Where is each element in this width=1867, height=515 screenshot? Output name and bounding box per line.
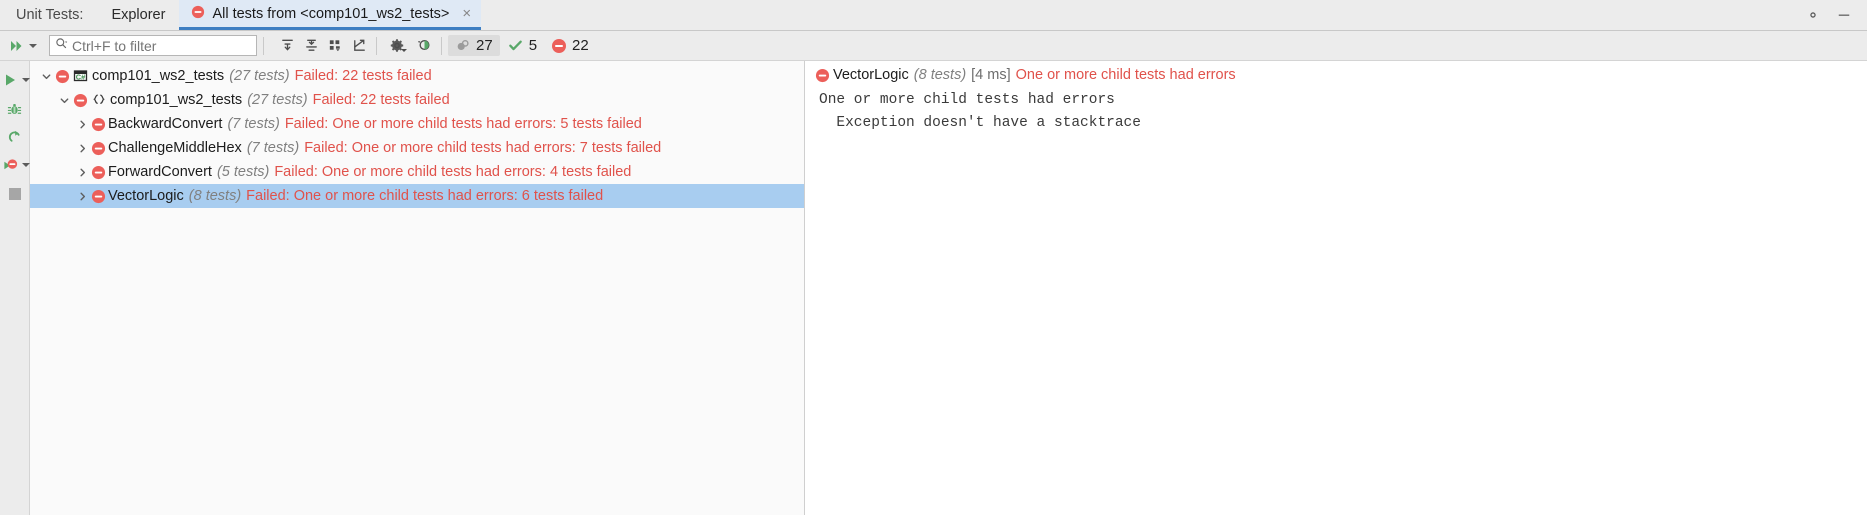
gear-icon[interactable]: [1805, 7, 1821, 23]
rerun-icon[interactable]: [4, 125, 26, 147]
tree-row-message: Failed: 22 tests failed: [312, 92, 450, 108]
error-circle-icon: [90, 117, 106, 132]
toolbar-view-icons: [276, 35, 370, 57]
svg-text:C#: C#: [75, 73, 84, 82]
error-circle-icon: [90, 141, 106, 156]
run-all-dropdown-icon[interactable]: [29, 43, 37, 48]
stacktrace-line-1: One or more child tests had errors: [819, 92, 1115, 108]
error-circle-icon: [90, 165, 106, 180]
tree-row-name: VectorLogic: [108, 188, 184, 204]
tree-row-name: ForwardConvert: [108, 164, 212, 180]
debug-icon[interactable]: [4, 98, 26, 120]
tree-row-name: comp101_ws2_tests: [110, 92, 243, 108]
tree-row-message: Failed: One or more child tests had erro…: [246, 188, 604, 204]
run-failed-tests-icon[interactable]: [0, 154, 21, 176]
settings-gear-icon[interactable]: [389, 35, 411, 57]
tree-row-name: comp101_ws2_tests: [92, 68, 225, 84]
chevron-right-icon[interactable]: [74, 143, 90, 154]
error-circle-icon: [90, 189, 106, 204]
tree-row-comp101_ws2_tests[interactable]: C# comp101_ws2_tests (27 tests) Failed: 22 …: [30, 64, 804, 88]
tree-row-count: (27 tests): [247, 92, 308, 108]
toolbar-divider: [263, 36, 264, 55]
test-toolbar: 27 5 22: [0, 31, 1867, 61]
detail-test-count: (8 tests): [913, 67, 967, 83]
main-area: C# comp101_ws2_tests (27 tests) Failed: 22 …: [0, 61, 1867, 515]
run-failed-dropdown-icon[interactable]: [22, 163, 30, 167]
search-input[interactable]: [72, 37, 251, 54]
error-circle-icon: [54, 69, 70, 84]
export-icon[interactable]: [348, 35, 370, 57]
chevron-down-icon[interactable]: [38, 71, 54, 82]
stacktrace-line-2: Exception doesn't have a stacktrace: [819, 115, 1141, 132]
collapse-all-icon[interactable]: [300, 35, 322, 57]
chevron-right-icon[interactable]: [74, 119, 90, 130]
tree-row-message: Failed: One or more child tests had erro…: [284, 116, 642, 132]
rerun-failed-row: [0, 152, 30, 178]
namespace-icon: [90, 92, 107, 108]
tab-explorer[interactable]: Explorer: [97, 0, 179, 30]
chevron-down-icon[interactable]: [56, 95, 72, 106]
tree-row-vectorlogic[interactable]: VectorLogic (8 tests) Failed: One or more …: [30, 184, 804, 208]
tree-row-count: (8 tests): [188, 188, 242, 204]
counter-passed-value: 5: [528, 37, 538, 54]
close-icon[interactable]: ×: [462, 6, 471, 21]
tree-row-challengemiddlehex[interactable]: ChallengeMiddleHex (7 tests) Failed: One o…: [30, 136, 804, 160]
error-circle-icon: [72, 93, 88, 108]
toolbar-settings-icons: [389, 35, 435, 57]
minimize-icon[interactable]: [1837, 8, 1851, 22]
detail-message: One or more child tests had errors: [1015, 67, 1236, 83]
toolbar-divider-2: [376, 36, 377, 55]
run-dropdown-icon[interactable]: [22, 78, 30, 82]
tree-row-count: (27 tests): [229, 68, 290, 84]
group-by-icon[interactable]: [324, 35, 346, 57]
expand-all-icon[interactable]: [276, 35, 298, 57]
unit-tests-label: Unit Tests:: [16, 7, 84, 23]
counter-failed-value: 22: [572, 37, 589, 54]
error-circle-icon: [815, 68, 830, 83]
search-input-wrap[interactable]: [49, 35, 257, 56]
tree-row-message: Failed: One or more child tests had erro…: [274, 164, 632, 180]
tree-row-count: (5 tests): [216, 164, 270, 180]
chevron-right-icon[interactable]: [74, 167, 90, 178]
tree-row-count: (7 tests): [246, 140, 300, 156]
counter-total-value: 27: [476, 37, 493, 54]
run-all-icon[interactable]: [6, 35, 28, 57]
counter-failed[interactable]: 22: [544, 35, 596, 56]
tree-row-name: ChallengeMiddleHex: [108, 140, 242, 156]
run-icon[interactable]: [0, 69, 21, 91]
detail-test-name: VectorLogic: [833, 67, 909, 83]
tab-all-tests[interactable]: All tests from <comp101_ws2_tests> ×: [179, 0, 482, 30]
counter-total[interactable]: 27: [448, 35, 500, 56]
tree-row-message: Failed: One or more child tests had erro…: [304, 140, 662, 156]
tree-row-message: Failed: 22 tests failed: [294, 68, 432, 84]
toolbar-divider-3: [441, 36, 442, 55]
left-gutter-toolbar: [0, 61, 30, 515]
tree-row-forwardconvert[interactable]: ForwardConvert (5 tests) Failed: One or mo…: [30, 160, 804, 184]
coverage-icon[interactable]: [413, 35, 435, 57]
stop-icon[interactable]: [4, 183, 26, 205]
csharp-project-icon: C#: [72, 68, 89, 84]
tree-row-backwardconvert[interactable]: BackwardConvert (7 tests) Failed: One or m…: [30, 112, 804, 136]
detail-stacktrace: One or more child tests had errors Excep…: [805, 85, 1867, 135]
tab-bar: Unit Tests: Explorer All tests from <com…: [0, 0, 1867, 31]
counter-passed[interactable]: 5: [500, 35, 544, 56]
test-detail-pane: VectorLogic (8 tests) [4 ms] One or more…: [805, 61, 1867, 515]
error-circle-icon: [191, 5, 205, 23]
detail-duration: [4 ms]: [971, 67, 1011, 83]
run-row: [0, 67, 30, 93]
search-icon: [55, 37, 68, 55]
tab-all-tests-label: All tests from <comp101_ws2_tests>: [212, 5, 450, 22]
window-controls: [1805, 0, 1867, 30]
tree-row-comp101_ws2_tests[interactable]: comp101_ws2_tests (27 tests) Failed: 22 te…: [30, 88, 804, 112]
chevron-right-icon[interactable]: [74, 191, 90, 202]
detail-header: VectorLogic (8 tests) [4 ms] One or more…: [805, 61, 1867, 85]
test-tree[interactable]: C# comp101_ws2_tests (27 tests) Failed: 22 …: [30, 61, 805, 515]
tree-row-count: (7 tests): [227, 116, 280, 132]
tree-row-name: BackwardConvert: [108, 116, 223, 132]
